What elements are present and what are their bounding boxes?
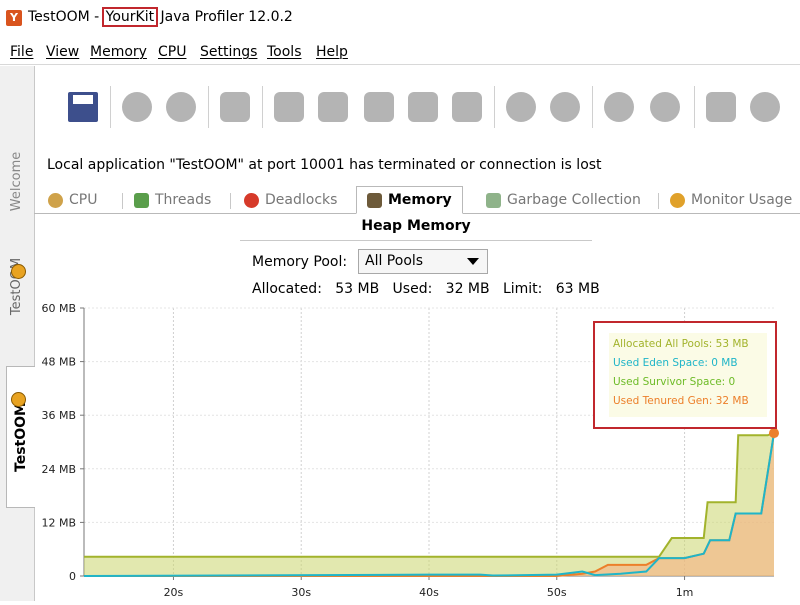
title-bar: Y TestOOM - YourKit Java Profiler 12.0.2 bbox=[0, 0, 800, 38]
tab-separator bbox=[230, 193, 231, 209]
gear-icon[interactable] bbox=[604, 92, 634, 122]
legend-tenured: Used Tenured Gen: 32 MB bbox=[613, 395, 749, 407]
sidebar-tab-testoom-active[interactable]: TestOOM bbox=[6, 366, 35, 508]
legend-tooltip: Allocated All Pools: 53 MB Used Eden Spa… bbox=[609, 333, 767, 417]
garbage-collection-icon bbox=[486, 192, 501, 208]
tab-threads[interactable]: Threads bbox=[134, 187, 211, 213]
title-highlight: YourKit bbox=[101, 7, 159, 27]
monitor-profiling-icon[interactable] bbox=[506, 92, 536, 122]
gear-stop-icon[interactable] bbox=[650, 92, 680, 122]
start-cpu-profiling-icon[interactable] bbox=[122, 92, 152, 122]
y-tick-label: 0 bbox=[69, 570, 76, 583]
legend-eden: Used Eden Space: 0 MB bbox=[613, 357, 738, 369]
legend-survivor: Used Survivor Space: 0 bbox=[613, 376, 736, 388]
memory-pool-value: All Pools bbox=[365, 253, 424, 269]
stop-cpu-profiling-icon[interactable] bbox=[166, 92, 196, 122]
pause-icon[interactable] bbox=[706, 92, 736, 122]
sidebar-tab-testoom-1[interactable]: TestOOM bbox=[4, 246, 30, 326]
chevron-down-icon bbox=[467, 258, 479, 265]
series-line-allocated-all-pools bbox=[84, 432, 775, 558]
y-tick-label: 12 MB bbox=[41, 516, 76, 529]
tab-garbage-collection[interactable]: Garbage Collection bbox=[486, 187, 641, 213]
menu-tools[interactable]: Tools bbox=[267, 44, 302, 60]
status-message: Local application "TestOOM" at port 1000… bbox=[47, 157, 602, 173]
toolbar-separator bbox=[262, 86, 263, 128]
x-tick-label: 50s bbox=[547, 586, 567, 599]
session-icon bbox=[11, 264, 26, 279]
tab-separator bbox=[658, 193, 659, 209]
memory-pool-label: Memory Pool: bbox=[252, 254, 348, 270]
y-tick-label: 24 MB bbox=[41, 463, 76, 476]
y-tick-label: 48 MB bbox=[41, 356, 76, 369]
toolbar-separator bbox=[494, 86, 495, 128]
y-tick-label: 60 MB bbox=[41, 302, 76, 315]
sidebar: Welcome TestOOM TestOOM bbox=[0, 66, 35, 601]
view-tabs: CPU Threads Deadlocks Memory Garbage Col… bbox=[34, 185, 800, 214]
monitor-usage-icon bbox=[670, 192, 685, 208]
cpu-icon bbox=[48, 192, 63, 208]
toolbar-separator bbox=[592, 86, 593, 128]
threads-icon bbox=[134, 192, 149, 208]
deadlocks-icon bbox=[244, 192, 259, 208]
menu-cpu[interactable]: CPU bbox=[158, 44, 186, 60]
sidebar-tab-welcome[interactable]: Welcome bbox=[4, 136, 30, 226]
legend-allocated: Allocated All Pools: 53 MB bbox=[613, 338, 749, 350]
menu-view[interactable]: View bbox=[46, 44, 79, 60]
save-snapshot-icon[interactable] bbox=[68, 92, 98, 122]
heap-memory-title: Heap Memory bbox=[240, 218, 592, 241]
menu-file[interactable]: File bbox=[10, 44, 33, 60]
tab-monitor-usage[interactable]: Monitor Usage bbox=[670, 187, 792, 213]
memory-icon bbox=[367, 192, 382, 208]
yourkit-app-icon: Y bbox=[6, 10, 22, 26]
window-title: TestOOM - YourKit Java Profiler 12.0.2 bbox=[28, 7, 293, 27]
toolbar bbox=[34, 78, 800, 138]
x-tick-label: 1m bbox=[676, 586, 694, 599]
chart-legend: Allocated All Pools: 53 MB Used Eden Spa… bbox=[593, 321, 777, 429]
tab-separator bbox=[122, 193, 123, 209]
force-gc-icon[interactable] bbox=[452, 92, 482, 122]
menu-help[interactable]: Help bbox=[316, 44, 348, 60]
memory-pool-dropdown[interactable]: All Pools bbox=[358, 249, 488, 274]
memory-stats: Allocated: 53 MB Used: 32 MB Limit: 63 M… bbox=[252, 281, 600, 297]
stop-allocation-recording-icon[interactable] bbox=[318, 92, 348, 122]
x-tick-label: 20s bbox=[164, 586, 184, 599]
memory-snapshot-icon[interactable] bbox=[364, 92, 394, 122]
tab-cpu[interactable]: CPU bbox=[48, 187, 97, 213]
advance-object-generation-icon[interactable] bbox=[408, 92, 438, 122]
session-icon bbox=[11, 392, 26, 407]
capture-snapshot-icon[interactable] bbox=[220, 92, 250, 122]
menu-memory[interactable]: Memory bbox=[90, 44, 147, 60]
toolbar-separator bbox=[110, 86, 111, 128]
start-allocation-recording-icon[interactable] bbox=[274, 92, 304, 122]
tab-deadlocks[interactable]: Deadlocks bbox=[244, 187, 337, 213]
stop-monitor-profiling-icon[interactable] bbox=[550, 92, 580, 122]
tab-memory[interactable]: Memory bbox=[356, 186, 463, 214]
toolbar-separator bbox=[208, 86, 209, 128]
menu-bar: File View Memory CPU Settings Tools Help bbox=[0, 40, 800, 65]
menu-settings[interactable]: Settings bbox=[200, 44, 257, 60]
refresh-icon[interactable] bbox=[750, 92, 780, 122]
toolbar-separator bbox=[694, 86, 695, 128]
y-tick-label: 36 MB bbox=[41, 409, 76, 422]
x-tick-label: 30s bbox=[291, 586, 311, 599]
current-value-marker bbox=[769, 428, 779, 439]
x-tick-label: 40s bbox=[419, 586, 439, 599]
